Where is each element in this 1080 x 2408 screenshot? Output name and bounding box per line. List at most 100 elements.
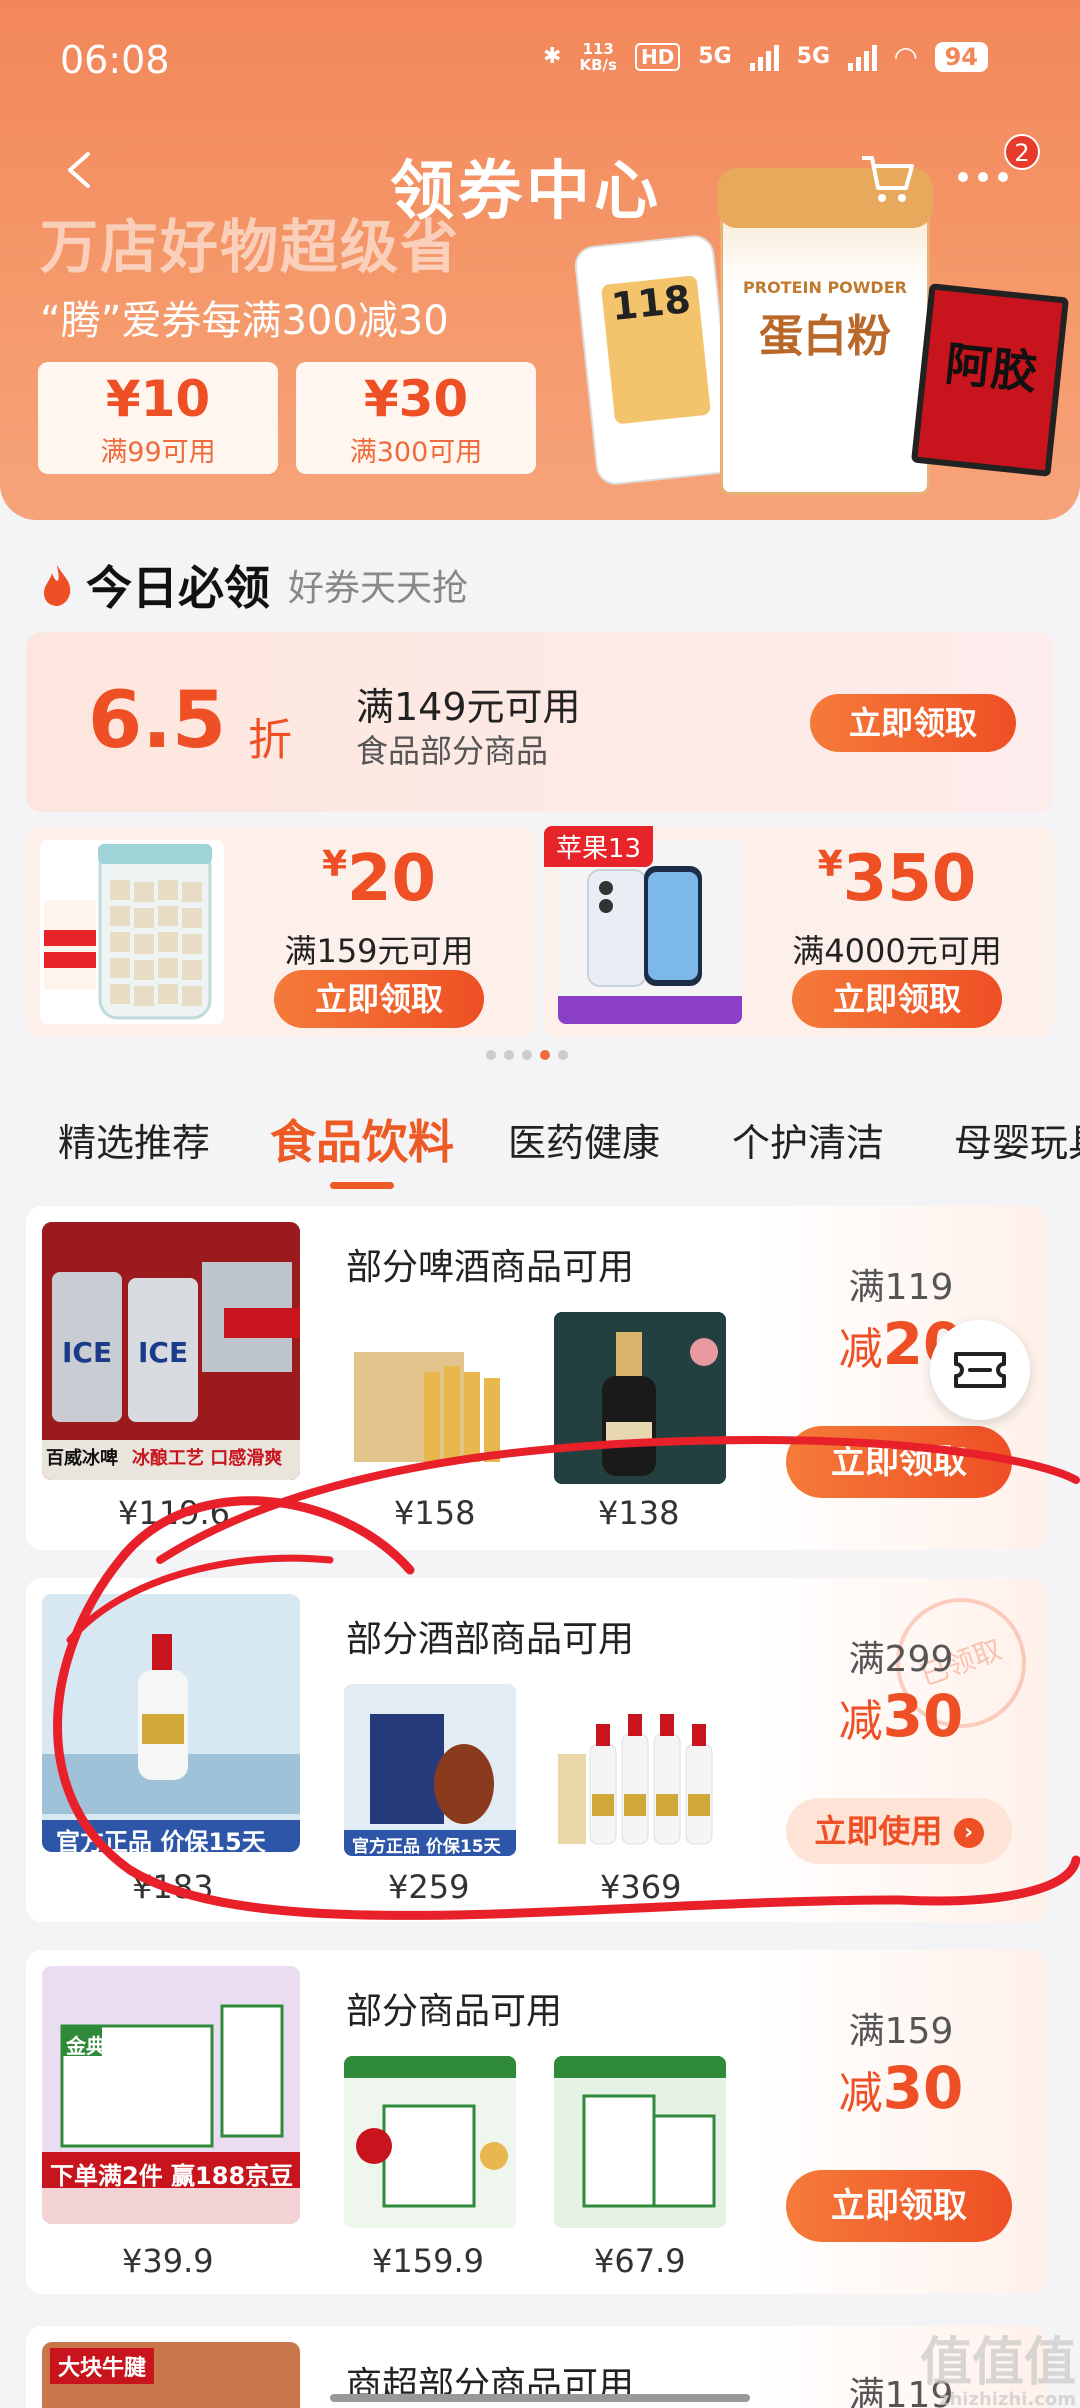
coupon-condition: 满159元可用: [284, 932, 474, 970]
product-price: ¥369: [600, 1868, 682, 1906]
fenjiu-image: 官方正品 价保15天: [42, 1594, 300, 1852]
product-price: ¥138: [598, 1494, 680, 1532]
category-tabs: 精选推荐 食品饮料 医药健康 个护清洁 母婴玩具: [0, 1112, 1080, 1192]
iphone13-image: [558, 840, 742, 1024]
coupon-scope: 部分商品可用: [346, 1991, 563, 2032]
carousel-dot: [522, 1050, 532, 1060]
back-arrow-icon[interactable]: [60, 150, 100, 190]
carousel-dot: [504, 1050, 514, 1060]
coupon-value-panel: 满159 减30 立即领取: [756, 1950, 1046, 2294]
coupon-threshold: 满159: [848, 2011, 954, 2052]
status-time: 06:08: [60, 38, 170, 82]
tab-featured[interactable]: 精选推荐: [58, 1112, 210, 1167]
discount-unit: 折: [248, 715, 292, 766]
box-label: 阿胶: [942, 336, 1040, 400]
net-speed-value: 113: [582, 39, 614, 58]
header-coupon-30[interactable]: ¥30 满300可用: [296, 362, 536, 474]
signal-1-icon: [749, 43, 779, 71]
header-coupon-10[interactable]: ¥10 满99可用: [38, 362, 278, 474]
milk-box-image-1: [344, 2056, 516, 2228]
coupon-amount: ¥30: [363, 370, 469, 428]
ticket-icon: [954, 1352, 1006, 1388]
bp-display: 118: [600, 275, 711, 425]
today-section-header: 今日必领 好券天天抢: [40, 552, 468, 618]
product-price: ¥67.9: [594, 2242, 686, 2280]
signal-2-icon: [848, 43, 878, 71]
carousel-dot-active: [540, 1050, 550, 1060]
coupon-condition: 满149元可用: [356, 685, 581, 729]
coupon-scope: 部分酒部商品可用: [346, 1619, 635, 1660]
coupon-condition: 满99可用: [100, 437, 216, 468]
tab-personal-care[interactable]: 个护清洁: [732, 1112, 884, 1167]
cart-badge: 2: [1004, 134, 1040, 170]
jindian-milk-image: 金典 下单满2件 赢188京豆: [42, 1966, 300, 2224]
claim-button[interactable]: 立即领取: [786, 2170, 1012, 2242]
coupon-amount: ¥10: [105, 370, 211, 428]
jar-label-cn: 蛋白粉: [759, 311, 891, 362]
watermark: 值值值 zhizhizhi.com: [920, 2333, 1077, 2408]
fire-icon: [44, 565, 71, 606]
coupon-scope: 食品部分商品: [356, 732, 549, 770]
mini-coupon-info: ¥20 满159元可用 立即领取: [222, 826, 536, 1038]
main-image-label: 百威冰啤: [46, 1448, 118, 1469]
claim-button[interactable]: 立即领取: [792, 970, 1002, 1028]
fenjiu-bottles-image: [554, 1684, 726, 1856]
coupon-condition: 满4000元可用: [792, 932, 1002, 970]
main-image-label: 大块牛腱: [50, 2348, 155, 2384]
coupon-condition: 满300可用: [349, 437, 483, 468]
claim-button[interactable]: 立即领取: [786, 1426, 1012, 1498]
jar-label-en: PROTEIN POWDER: [743, 278, 907, 297]
status-bar: 06:08 ✱ 113 KB/s HD 5G 5G ◠ 94: [0, 0, 1080, 120]
blood-pressure-monitor-image: 118: [572, 233, 738, 487]
product-price: ¥159.9: [372, 2242, 484, 2280]
tab-food-drink[interactable]: 食品饮料: [270, 1106, 454, 1172]
svg-text:ICE: ICE: [62, 1336, 112, 1369]
coupon-scope: 部分啤酒商品可用: [346, 1247, 635, 1288]
signal-1-label: 5G: [698, 44, 732, 69]
ejiao-box-image: 阿胶: [910, 283, 1070, 477]
section-subtitle: 好券天天抢: [288, 568, 469, 609]
hd-badge: HD: [634, 42, 681, 71]
floating-coupon-button[interactable]: [930, 1320, 1030, 1420]
main-image-label: 下单满2件 赢188京豆: [50, 2162, 294, 2190]
budweiser-image: ICE ICE 百威冰啤 冰酿工艺 口感滑爽: [42, 1222, 300, 1480]
claim-button[interactable]: 立即领取: [810, 694, 1016, 752]
coupon-card-milk[interactable]: 金典 下单满2件 赢188京豆 ¥39.9 部分商品可用 ¥159.9 ¥67.…: [26, 1950, 1046, 2294]
svg-text:ICE: ICE: [138, 1336, 188, 1369]
discount-coupon[interactable]: 6.5 折 满149元可用 食品部分商品 立即领取: [26, 632, 1054, 812]
carousel-dot: [486, 1050, 496, 1060]
tab-baby-toys[interactable]: 母婴玩具: [954, 1112, 1080, 1167]
carousel-dot: [558, 1050, 568, 1060]
champagne-image: [554, 1312, 726, 1484]
coupon-card-liquor[interactable]: 官方正品 价保15天 ¥183 部分酒部商品可用 官方正品 价保15天 ¥259…: [26, 1578, 1046, 1922]
status-icons: ✱ 113 KB/s HD 5G 5G ◠ 94: [543, 40, 988, 73]
banner-subtitle: “腾”爱券每满300减30: [40, 298, 449, 344]
product-price: ¥158: [394, 1494, 476, 1532]
product-price: ¥119.6: [118, 1494, 230, 1532]
signal-2-label: 5G: [796, 44, 831, 69]
banner-title: 万店好物超级省: [40, 213, 461, 281]
beef-image: 大块牛腱: [42, 2342, 300, 2408]
main-image-brand: 金典: [66, 2034, 106, 2058]
mini-coupon-350[interactable]: 苹果13 ¥350 满4000元可用 立即领取: [544, 826, 1054, 1038]
mini-coupon-info: ¥350 满4000元可用 立即领取: [740, 826, 1054, 1038]
main-image-label: 官方正品 价保15天: [56, 1828, 266, 1852]
discount-value: 6.5: [88, 676, 227, 766]
home-indicator[interactable]: [330, 2394, 750, 2402]
claim-button[interactable]: 立即领取: [274, 970, 484, 1028]
apple13-tag: 苹果13: [544, 826, 654, 867]
coupon-card-beer[interactable]: ICE ICE 百威冰啤 冰酿工艺 口感滑爽 ¥119.6 部分啤酒商品可用 ¥…: [26, 1206, 1046, 1550]
fenjiu-gift-box-image: 官方正品 价保15天: [344, 1684, 516, 1856]
mini-coupon-20[interactable]: ¥20 满159元可用 立即领取: [26, 826, 536, 1038]
coupon-amount: ¥350: [817, 842, 977, 916]
cart-icon[interactable]: [858, 148, 918, 208]
coupon-threshold: 满119: [848, 1267, 954, 1308]
product-price: ¥259: [388, 1868, 470, 1906]
use-now-button[interactable]: 立即使用 ›: [786, 1798, 1012, 1864]
protein-powder-image: PROTEIN POWDER 蛋白粉: [717, 168, 933, 495]
wifi-icon: ◠: [895, 40, 917, 73]
product-price: ¥39.9: [122, 2242, 214, 2280]
coupon-discount: 减30: [838, 1682, 964, 1750]
more-icon[interactable]: [958, 172, 1008, 182]
tab-health[interactable]: 医药健康: [508, 1112, 660, 1167]
